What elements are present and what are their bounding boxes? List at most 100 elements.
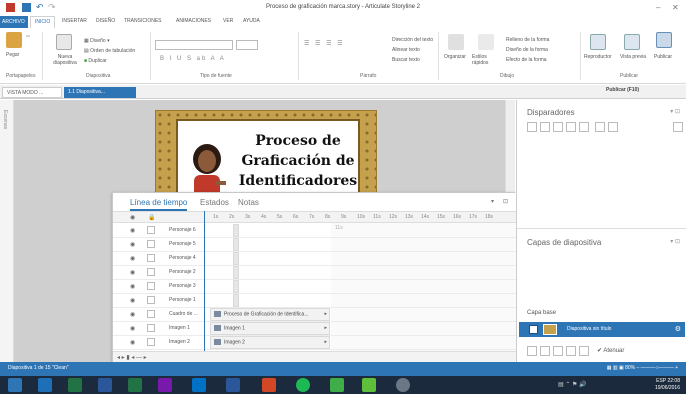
lock-checkbox[interactable] [147,268,155,276]
eye-icon[interactable]: ◉ [130,339,135,346]
new-trigger-button[interactable] [527,122,537,132]
duplicate-button[interactable]: ■ Duplicar [84,58,107,64]
eye-icon[interactable]: ◉ [130,227,135,234]
eye-icon[interactable]: ◉ [130,283,135,290]
copy-trigger-button[interactable] [553,122,563,132]
tab-insertar[interactable]: INSERTAR [62,18,87,24]
tab-slide[interactable]: 1.1 Diapositiva... [64,87,136,98]
eye-icon[interactable]: ◉ [130,269,135,276]
timeline-row[interactable]: ◉ Imagen 2 Imagen 2 ▸ [113,335,516,350]
clock[interactable]: ESP 22:08 19/06/2016 [655,378,680,392]
timeline-row[interactable]: ◉ Personaje 3 [113,279,516,294]
layout-button[interactable]: ▦ Diseño ▾ [84,38,110,44]
timeline-row[interactable]: ◉ Personaje 4 [113,251,516,266]
quick-styles-icon[interactable] [478,34,494,50]
edit-layer-button[interactable] [540,346,550,356]
camtasia-icon[interactable] [330,378,344,392]
windows-start-icon[interactable] [8,378,22,392]
text-direction-button[interactable]: Dirección del texto [392,37,433,43]
scenes-strip[interactable]: Escenas [0,100,14,362]
new-slide-button[interactable]: Nueva diapositiva [48,54,82,66]
paste-button[interactable]: Pegar [6,52,19,58]
timeline-bar[interactable] [233,266,239,279]
onenote-icon[interactable] [158,378,172,392]
spotify-icon[interactable] [296,378,310,392]
timeline-row[interactable]: ◉ Personaje 2 [113,265,516,280]
timeline-row[interactable]: ◉ Personaje 6 [113,223,516,238]
storyline-icon[interactable] [362,378,376,392]
eye-icon[interactable]: ◉ [130,241,135,248]
excel-icon[interactable] [68,378,82,392]
minimize-icon[interactable]: – [656,3,660,12]
font-family-select[interactable] [155,40,233,50]
arrange-button[interactable]: Organizar [444,54,466,60]
base-layer-row[interactable]: Diapositiva sin título ⚙ [519,322,685,337]
timeline-controls[interactable]: ◂ ▸ ▮ ◂ — ▸ [117,354,147,361]
close-icon[interactable]: ✕ [672,3,679,12]
timeline-row[interactable]: ◉ Cuadro de ... Proceso de Graficación de … [113,307,516,322]
zoom-level[interactable]: ▦ ▥ ▣ 80% – ———○——— + [607,365,678,371]
chrome-icon[interactable] [396,378,410,392]
tab-estados[interactable]: Estados [200,198,229,207]
word-icon[interactable] [98,378,112,392]
slide-title[interactable]: Proceso de Graficación de Identificadore… [228,131,368,191]
shape-effect-button[interactable]: Efecto de la forma [506,57,547,63]
player-button[interactable]: Reproductor [584,54,612,60]
tab-transiciones[interactable]: TRANSICIONES [124,18,162,24]
tray-icons[interactable]: ▤ ⌃ ⚑ 🔊 [558,381,618,394]
powerpoint-icon[interactable] [262,378,276,392]
player-icon[interactable] [590,34,606,50]
word-icon-2[interactable] [226,378,240,392]
edge-icon[interactable] [38,378,52,392]
timeline-bar[interactable] [233,252,239,265]
trigger-panel-icon[interactable] [673,122,683,132]
gear-icon[interactable]: ⚙ [675,325,681,333]
excel-icon-2[interactable] [128,378,142,392]
shape-outline-button[interactable]: Diseño de la forma [506,47,548,53]
copy-layer-button[interactable] [553,346,563,356]
lock-checkbox[interactable] [147,324,155,332]
lock-checkbox[interactable] [147,310,155,318]
timeline-row[interactable]: ◉ Imagen 1 Imagen 1 ▸ [113,321,516,336]
tab-notas[interactable]: Notas [238,198,259,207]
edit-trigger-button[interactable] [540,122,550,132]
new-slide-icon[interactable] [56,34,72,50]
eye-icon[interactable]: ◉ [130,311,135,318]
timeline-bar[interactable]: Imagen 2 ▸ [210,336,330,349]
paste-layer-button[interactable] [566,346,576,356]
font-size-select[interactable] [236,40,258,50]
tab-ver[interactable]: VER [223,18,233,24]
tab-animaciones[interactable]: ANIMACIONES [176,18,211,24]
panel-minimize-icon[interactable]: ▾ [491,198,494,205]
tab-diseno[interactable]: DISEÑO [96,18,115,24]
timeline-bar[interactable]: Imagen 1 ▸ [210,322,330,335]
lock-checkbox[interactable] [147,254,155,262]
tab-ayuda[interactable]: AYUDA [243,18,260,24]
lock-checkbox[interactable] [147,240,155,248]
move-down-trigger-button[interactable] [608,122,618,132]
timeline-ruler[interactable]: ◉ 🔒 1s 2s 3s 4s 5s 6s 7s 8s 9s 10s 11s 12s 13s 14s 15s… [113,211,516,223]
align-text-button[interactable]: Alinear texto [392,47,420,53]
timeline-bar[interactable] [233,294,239,307]
paste-trigger-button[interactable] [566,122,576,132]
eye-icon[interactable]: ◉ [130,325,135,332]
layer-visible-checkbox[interactable] [529,325,538,334]
lock-checkbox[interactable] [147,338,155,346]
move-up-trigger-button[interactable] [595,122,605,132]
preview-button[interactable]: Vista previa [620,54,646,60]
new-layer-button[interactable] [527,346,537,356]
timeline-bar[interactable]: Proceso de Graficación de Identifica... ▸ [210,308,330,321]
find-text-button[interactable]: Buscar texto [392,57,420,63]
delete-layer-button[interactable] [579,346,589,356]
arrange-icon[interactable] [448,34,464,50]
layers-minimize-icon[interactable]: ▾ ⊡ [670,238,680,245]
timeline-row[interactable]: ◉ Personaje 1 [113,293,516,308]
shape-fill-button[interactable]: Relleno de la forma [506,37,549,43]
atenuar-checkbox[interactable]: ✔ Atenuar [597,347,624,354]
eye-icon[interactable]: ◉ [130,297,135,304]
timeline-row[interactable]: ◉ Personaje 5 [113,237,516,252]
playhead[interactable] [204,211,205,351]
lock-checkbox[interactable] [147,282,155,290]
preview-icon[interactable] [624,34,640,50]
timeline-bar[interactable] [233,224,239,237]
